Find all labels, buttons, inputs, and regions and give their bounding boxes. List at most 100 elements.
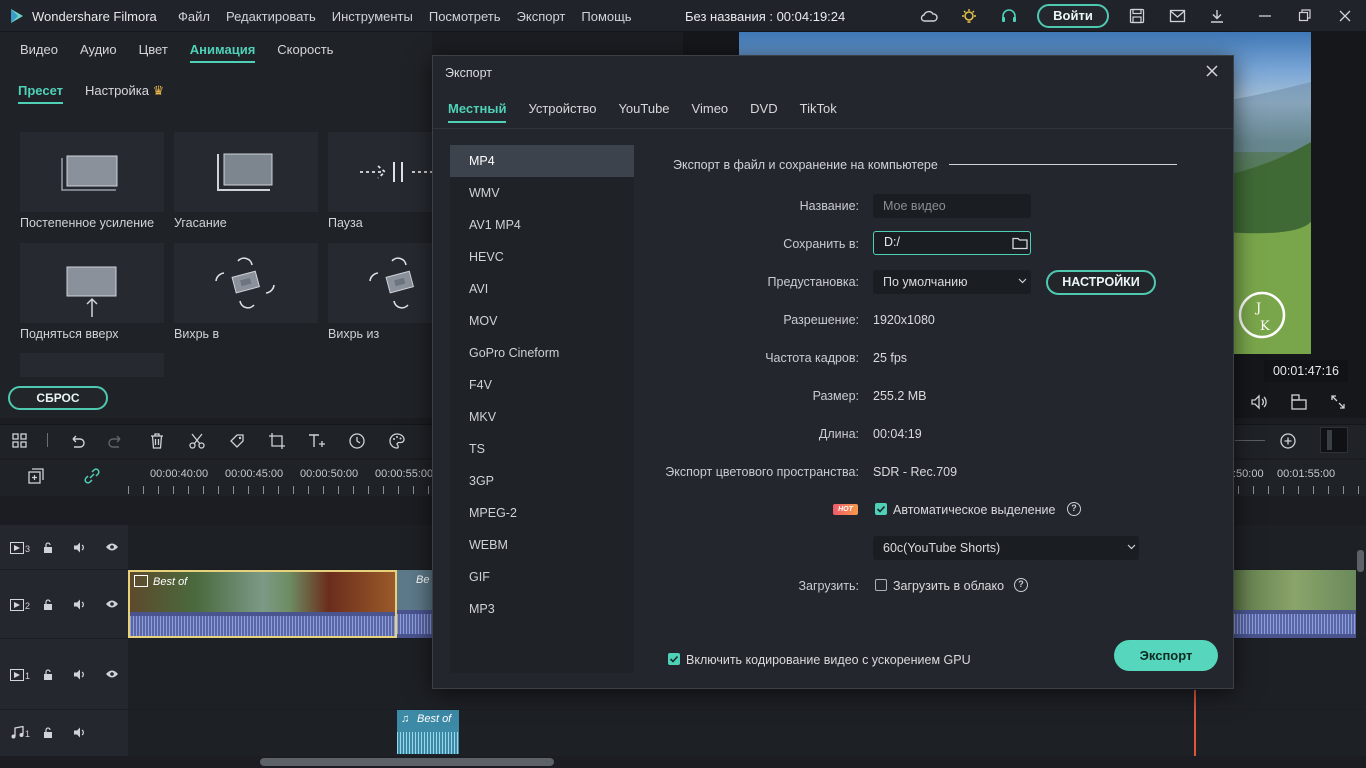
lock-icon[interactable] [42,668,54,681]
menu-export[interactable]: Экспорт [517,9,566,24]
zoom-in-icon[interactable] [1279,432,1297,450]
reset-button[interactable]: СБРОС [8,386,108,410]
tab-animation[interactable]: Анимация [189,42,256,63]
preset-rise-up-thumb[interactable] [20,243,164,323]
video-clip[interactable]: Be [397,570,433,638]
volume-icon[interactable] [1250,394,1268,410]
menu-file[interactable]: Файл [178,9,210,24]
link-icon[interactable] [83,467,101,485]
color-palette-icon[interactable] [388,432,406,450]
preset-fade-out-thumb[interactable] [174,132,318,212]
mail-icon[interactable] [1169,8,1186,24]
download-icon[interactable] [1209,8,1225,24]
menu-edit[interactable]: Редактировать [226,9,316,24]
tag-icon[interactable] [228,432,246,450]
subtab-custom[interactable]: Настройка ♛ [85,83,164,104]
lock-icon[interactable] [42,598,54,611]
format-item-f4v[interactable]: F4V [450,369,634,401]
menu-help[interactable]: Помощь [581,9,631,24]
zoom-fit-button[interactable] [1320,427,1348,453]
speed-icon[interactable] [348,432,366,450]
speaker-icon[interactable] [73,726,87,739]
restore-icon[interactable] [1298,8,1312,24]
menu-view[interactable]: Посмотреть [429,9,501,24]
undo-icon[interactable] [68,432,86,450]
eye-icon[interactable] [105,669,119,679]
preset-swirl-in-thumb[interactable] [174,243,318,323]
zoom-slider-track[interactable] [1235,440,1265,441]
close-icon[interactable] [1205,64,1219,78]
tab-color[interactable]: Цвет [139,42,168,63]
tab-video[interactable]: Видео [20,42,58,63]
lock-icon[interactable] [42,541,54,554]
speaker-icon[interactable] [73,541,87,554]
lightbulb-icon[interactable] [960,8,978,25]
format-item-webm[interactable]: WEBM [450,529,634,561]
redo-icon[interactable] [107,432,125,450]
tab-youtube[interactable]: YouTube [618,101,669,123]
format-item-avi[interactable]: AVI [450,273,634,305]
tab-speed[interactable]: Скорость [277,42,333,63]
tab-audio[interactable]: Аудио [80,42,117,63]
playhead[interactable] [1194,690,1196,756]
minimize-icon[interactable] [1258,8,1272,24]
format-item-mp3[interactable]: MP3 [450,593,634,625]
add-text-icon[interactable] [307,432,327,450]
save-path-input[interactable]: D:/ [873,231,1031,255]
preset-fade-in-thumb[interactable] [20,132,164,212]
track-lane-audio-1[interactable] [128,710,1366,756]
format-item-mkv[interactable]: MKV [450,401,634,433]
highlight-select[interactable]: 60c(YouTube Shorts) [873,536,1139,560]
auto-highlight-checkbox[interactable] [875,503,887,515]
close-window-icon[interactable] [1338,8,1352,24]
headset-icon[interactable] [1000,8,1018,25]
tab-dvd[interactable]: DVD [750,101,777,123]
menu-tools[interactable]: Инструменты [332,9,413,24]
format-item-hevc[interactable]: HEVC [450,241,634,273]
format-item-av1-mp4[interactable]: AV1 MP4 [450,209,634,241]
fullscreen-icon[interactable] [1330,394,1346,410]
video-clip-right[interactable] [1234,570,1356,638]
vertical-scrollbar-thumb[interactable] [1357,550,1364,572]
export-button[interactable]: Экспорт [1114,640,1218,671]
format-item-wmv[interactable]: WMV [450,177,634,209]
format-item-mpeg2[interactable]: MPEG-2 [450,497,634,529]
snapshot-icon[interactable] [1290,394,1308,410]
folder-icon[interactable] [1012,236,1028,250]
upload-cloud-checkbox[interactable] [875,579,887,591]
video-clip-selected[interactable]: Best of [128,570,397,638]
settings-button[interactable]: НАСТРОЙКИ [1046,270,1156,295]
format-item-mp4[interactable]: MP4 [450,145,634,177]
add-track-icon[interactable] [27,467,45,485]
speaker-icon[interactable] [73,598,87,611]
preset-swirl-out-thumb[interactable] [328,243,432,323]
speaker-icon[interactable] [73,668,87,681]
format-item-ts[interactable]: TS [450,433,634,465]
delete-icon[interactable] [148,432,166,450]
format-item-gif[interactable]: GIF [450,561,634,593]
crop-icon[interactable] [268,432,286,450]
eye-icon[interactable] [105,542,119,552]
tab-local[interactable]: Местный [448,101,507,123]
subtab-preset[interactable]: Пресет [18,83,63,104]
login-button[interactable]: Войти [1037,4,1109,28]
format-item-3gp[interactable]: 3GP [450,465,634,497]
scissors-icon[interactable] [188,432,206,450]
help-icon[interactable]: ? [1067,502,1081,516]
gpu-checkbox[interactable] [668,653,680,665]
preset-pause-thumb[interactable] [328,132,432,212]
horizontal-scrollbar-thumb[interactable] [260,758,554,766]
name-input[interactable]: Мое видео [873,194,1031,218]
tab-tiktok[interactable]: TikTok [800,101,837,123]
format-item-mov[interactable]: MOV [450,305,634,337]
eye-icon[interactable] [105,599,119,609]
format-item-gopro-cineform[interactable]: GoPro Cineform [450,337,634,369]
help-icon[interactable]: ? [1014,578,1028,592]
layout-icon[interactable] [11,432,29,450]
preset-next-thumb[interactable] [20,353,164,377]
lock-icon[interactable] [42,726,54,739]
preset-select[interactable]: По умолчанию [873,270,1031,294]
audio-clip[interactable]: ♫ Best of [397,710,459,754]
save-icon[interactable] [1129,8,1145,24]
tab-device[interactable]: Устройство [528,101,596,123]
